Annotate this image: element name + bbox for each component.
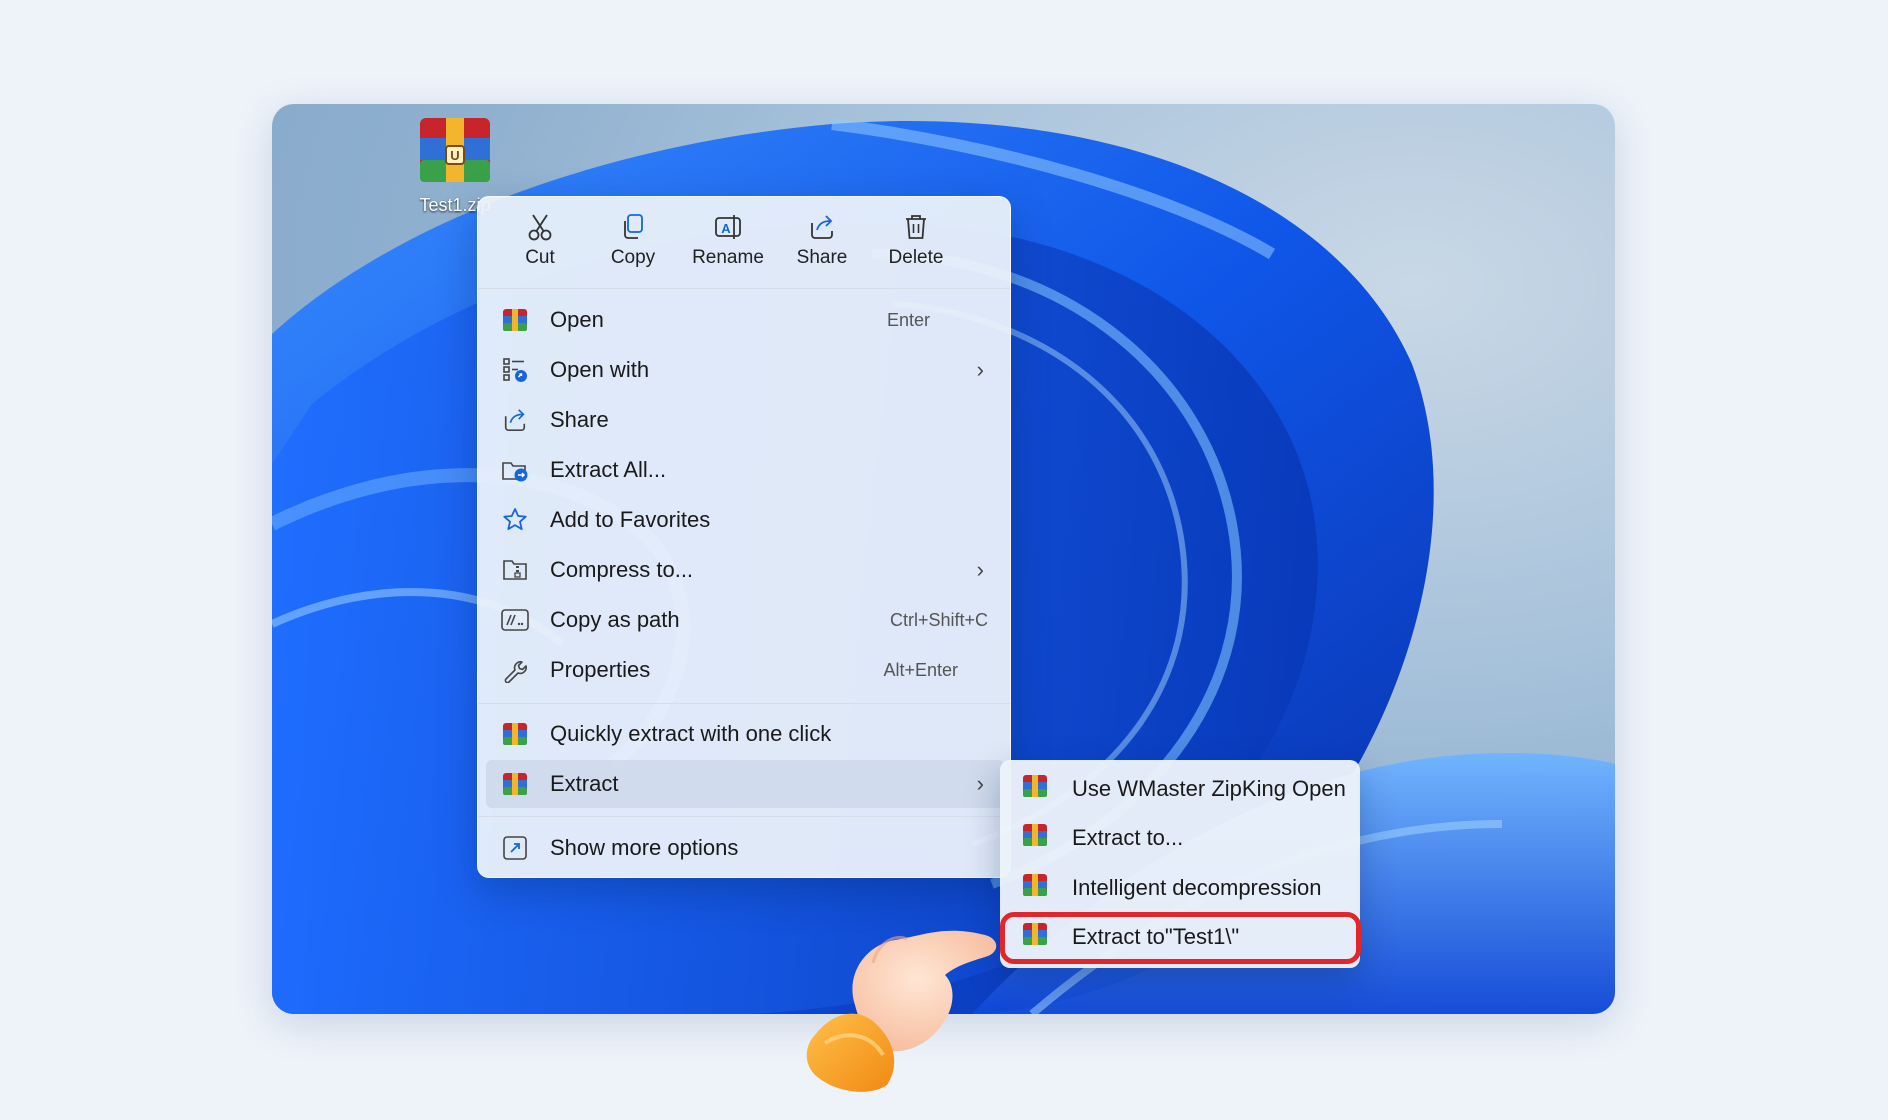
menu-separator bbox=[478, 816, 1010, 817]
delete-label: Delete bbox=[888, 247, 944, 268]
wrench-icon bbox=[504, 661, 527, 683]
menu-item-label: Open bbox=[550, 307, 604, 332]
submenu-item-extract-to[interactable]: Extract to... bbox=[1008, 815, 1352, 861]
highlight-outline bbox=[1000, 912, 1361, 964]
copy-label: Copy bbox=[610, 247, 656, 268]
archive-icon bbox=[1023, 874, 1047, 896]
menu-item-compress-to[interactable]: Compress to... › bbox=[486, 546, 1004, 594]
rename-label: Rename bbox=[692, 247, 764, 268]
share-icon bbox=[811, 215, 833, 239]
submenu-item-intelligent-decompression[interactable]: Intelligent decompression bbox=[1008, 865, 1352, 911]
context-quick-actions: Cut Copy A Rename Share Delete bbox=[478, 197, 1010, 289]
cut-button[interactable]: Cut bbox=[495, 213, 585, 269]
menu-item-label: Compress to... bbox=[550, 557, 694, 582]
menu-item-copy-as-path[interactable]: Copy as path Ctrl+Shift+C bbox=[486, 596, 1004, 644]
share-label: Share bbox=[796, 247, 848, 268]
submenu-item-label: Intelligent decompression bbox=[1072, 875, 1322, 900]
menu-item-label: Extract All... bbox=[550, 457, 667, 482]
pointing-hand-icon bbox=[806, 930, 997, 1092]
menu-item-share[interactable]: Share bbox=[486, 396, 1004, 444]
menu-item-label: Share bbox=[550, 407, 609, 432]
scissors-icon bbox=[528, 214, 552, 241]
zip-folder-icon bbox=[503, 560, 527, 580]
submenu-item-label: Extract to... bbox=[1072, 825, 1184, 850]
svg-text:A: A bbox=[721, 221, 731, 236]
rename-button[interactable]: A Rename bbox=[683, 213, 773, 269]
copy-button[interactable]: Copy bbox=[588, 213, 678, 269]
menu-item-label: Properties bbox=[550, 657, 651, 682]
submenu-item-use-wmaster-zipking-open[interactable]: Use WMaster ZipKing Open bbox=[1008, 766, 1352, 812]
rename-icon: A bbox=[715, 215, 741, 239]
open-with-icon bbox=[503, 358, 527, 382]
archive-icon bbox=[1023, 775, 1047, 797]
archive-icon bbox=[503, 773, 527, 795]
menu-separator bbox=[478, 703, 1010, 704]
menu-item-open-with[interactable]: Open with › bbox=[486, 346, 1004, 394]
chevron-right-icon: › bbox=[976, 357, 984, 382]
menu-item-label: Quickly extract with one click bbox=[550, 721, 832, 746]
delete-button[interactable]: Delete bbox=[871, 213, 961, 269]
chevron-right-icon: › bbox=[976, 557, 984, 582]
menu-item-shortcut: Ctrl+Shift+C bbox=[889, 609, 988, 630]
menu-item-open[interactable]: Open Enter bbox=[486, 296, 1004, 344]
menu-item-shortcut: Alt+Enter bbox=[883, 659, 958, 680]
menu-item-show-more-options[interactable]: Show more options bbox=[486, 824, 1004, 872]
menu-item-label: Add to Favorites bbox=[550, 507, 711, 532]
copy-icon bbox=[624, 214, 643, 239]
menu-item-label: Extract bbox=[550, 771, 619, 796]
menu-item-add-to-favorites[interactable]: Add to Favorites bbox=[486, 496, 1004, 544]
menu-item-extract[interactable]: Extract › bbox=[486, 760, 1004, 808]
menu-item-quickly-extract[interactable]: Quickly extract with one click bbox=[486, 710, 1004, 758]
cut-label: Cut bbox=[525, 247, 555, 268]
star-icon bbox=[503, 508, 527, 530]
trash-icon bbox=[906, 215, 926, 239]
svg-text:U: U bbox=[450, 148, 459, 163]
share-icon bbox=[504, 409, 526, 432]
chevron-right-icon: › bbox=[976, 771, 984, 796]
menu-item-label: Open with bbox=[550, 357, 650, 382]
more-options-icon bbox=[503, 836, 527, 860]
menu-item-label: Copy as path bbox=[550, 607, 680, 632]
menu-item-extract-all[interactable]: Extract All... bbox=[486, 446, 1004, 494]
path-icon bbox=[501, 609, 529, 631]
menu-item-label: Show more options bbox=[550, 835, 739, 860]
menu-item-properties[interactable]: Properties Alt+Enter bbox=[486, 646, 1004, 694]
share-button[interactable]: Share bbox=[777, 213, 867, 269]
winrar-archive-icon: U bbox=[420, 118, 490, 182]
archive-icon bbox=[503, 309, 527, 331]
archive-icon bbox=[503, 723, 527, 745]
context-menu: Cut Copy A Rename Share Delete Open Ente… bbox=[477, 196, 1011, 878]
submenu-item-label: Use WMaster ZipKing Open bbox=[1072, 776, 1346, 801]
extract-folder-icon bbox=[502, 462, 528, 482]
archive-icon bbox=[1023, 824, 1047, 846]
menu-item-shortcut: Enter bbox=[886, 309, 930, 330]
